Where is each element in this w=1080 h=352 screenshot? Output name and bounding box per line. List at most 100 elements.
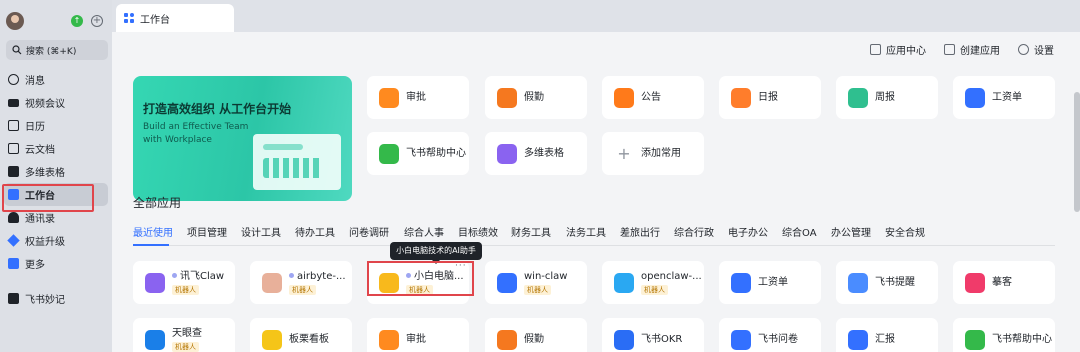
app-label-group: airbyte-... 机器人 <box>289 271 346 295</box>
sidebar-item-label: 权益升级 <box>25 237 65 248</box>
plus-icon[interactable]: + <box>91 15 103 27</box>
category-tab[interactable]: 综合行政 <box>674 224 714 239</box>
app-label: 假勤 <box>524 333 544 345</box>
tab-label: 工作台 <box>140 14 170 26</box>
app-card[interactable]: 摹客 <box>953 261 1055 304</box>
app-label-group: 飞书问卷 <box>758 334 798 346</box>
category-tab[interactable]: 目标绩效 <box>458 224 498 239</box>
category-tab[interactable]: 综合人事 <box>404 224 444 239</box>
sidebar-item-video[interactable]: 视频会议 <box>4 91 108 114</box>
app-card[interactable]: 飞书OKR <box>602 318 704 352</box>
sidebar-item-label: 多维表格 <box>25 168 65 179</box>
app-card[interactable]: 日报 <box>719 76 821 119</box>
category-tab[interactable]: 法务工具 <box>566 224 606 239</box>
app-card[interactable]: 公告 <box>602 76 704 119</box>
banner-title: 打造高效组织 从工作台开始 <box>143 102 292 116</box>
app-label-group: openclaw-... 机器人 <box>641 271 702 295</box>
create-app-button[interactable]: 创建应用 <box>944 42 1000 57</box>
app-label-group: win-claw 机器人 <box>524 271 568 295</box>
status-dot <box>289 273 294 278</box>
app-label-group: 周报 <box>875 92 895 104</box>
category-tab[interactable]: 项目管理 <box>187 224 227 239</box>
app-card[interactable]: win-claw 机器人 <box>485 261 587 304</box>
app-center-button[interactable]: 应用中心 <box>870 42 926 57</box>
category-tab[interactable]: 最近使用 <box>133 224 173 239</box>
search-icon <box>12 45 22 55</box>
promo-banner[interactable]: 打造高效组织 从工作台开始 Build an Effective Team wi… <box>133 76 352 201</box>
category-tab[interactable]: 财务工具 <box>511 224 551 239</box>
sidebar-item-bitable[interactable]: 多维表格 <box>4 160 108 183</box>
category-tab[interactable]: 差旅出行 <box>620 224 660 239</box>
app-card[interactable]: 假勤 <box>485 76 587 119</box>
sidebar-item-label: 视频会议 <box>25 99 65 110</box>
app-card[interactable]: 板栗看板 <box>250 318 352 352</box>
category-tab[interactable]: 设计工具 <box>241 224 281 239</box>
category-tab[interactable]: 待办工具 <box>295 224 335 239</box>
avatar-icon <box>262 272 282 293</box>
app-card[interactable]: 汇报 <box>836 318 938 352</box>
workplace-icon <box>124 13 134 23</box>
app-card[interactable]: openclaw-... 机器人 <box>602 261 704 304</box>
avatar[interactable] <box>6 12 24 30</box>
app-label: 汇报 <box>875 333 895 345</box>
app-label-group: 天眼查 机器人 <box>172 328 202 352</box>
app-card[interactable]: 飞书帮助中心 <box>367 132 469 175</box>
search-input[interactable]: 搜索 (⌘+K) <box>6 40 108 60</box>
app-card[interactable]: + 添加常用 <box>602 132 704 175</box>
app-label: win-claw <box>524 270 568 282</box>
category-tab[interactable]: 综合OA <box>782 224 817 239</box>
more-options-icon[interactable]: ··· <box>455 261 467 271</box>
robot-badge: 机器人 <box>641 284 668 295</box>
sidebar-item-upgrade[interactable]: 权益升级 <box>4 229 108 252</box>
survey-icon <box>731 329 751 350</box>
app-label: 飞书帮助中心 <box>406 147 466 159</box>
weekly-report-icon <box>848 87 868 108</box>
app-card[interactable]: 审批 <box>367 76 469 119</box>
status-dot <box>172 273 177 278</box>
sidebar-item-more[interactable]: 更多 <box>4 252 108 275</box>
contacts-icon <box>8 212 19 223</box>
category-tab[interactable]: 办公管理 <box>831 224 871 239</box>
app-label-group: 审批 <box>406 92 426 104</box>
tooltip: 小白电脑技术的AI助手 <box>390 242 482 264</box>
sidebar-item-label: 更多 <box>25 260 45 271</box>
app-card[interactable]: 周报 <box>836 76 938 119</box>
app-card[interactable]: 飞书提醒 <box>836 261 938 304</box>
app-card[interactable]: 审批 <box>367 318 469 352</box>
app-card[interactable]: 飞书问卷 <box>719 318 821 352</box>
app-card[interactable]: 多维表格 <box>485 132 587 175</box>
app-card[interactable]: 讯飞Claw 机器人 <box>133 261 235 304</box>
announcement-icon <box>614 87 634 108</box>
app-label: 天眼查 <box>172 327 202 339</box>
settings-label: 设置 <box>1034 46 1054 57</box>
payslip-icon <box>731 272 751 293</box>
tab-workplace[interactable]: 工作台 <box>116 4 234 32</box>
app-label: 审批 <box>406 333 426 345</box>
category-tab[interactable]: 安全合规 <box>885 224 925 239</box>
sidebar-item-calendar[interactable]: 日历 <box>4 114 108 137</box>
sidebar-item-minutes[interactable]: 飞书妙记 <box>4 287 108 310</box>
app-card[interactable]: 天眼查 机器人 <box>133 318 235 352</box>
sidebar-item-docs[interactable]: 云文档 <box>4 137 108 160</box>
category-tab[interactable]: 电子办公 <box>728 224 768 239</box>
app-label: 飞书提醒 <box>875 276 915 288</box>
robot-icon <box>497 272 517 293</box>
app-card[interactable]: 工资单 <box>953 76 1055 119</box>
upgrade-arrow-icon[interactable]: ↑ <box>71 15 83 27</box>
app-card[interactable]: airbyte-... 机器人 <box>250 261 352 304</box>
sidebar-item-messages[interactable]: 消息 <box>4 68 108 91</box>
app-card[interactable]: 工资单 <box>719 261 821 304</box>
app-card[interactable]: 飞书帮助中心 <box>953 318 1055 352</box>
settings-button[interactable]: 设置 <box>1018 42 1054 57</box>
app-label-group: 讯飞Claw 机器人 <box>172 271 224 295</box>
payslip-icon <box>965 87 985 108</box>
app-label-group: 飞书帮助中心 <box>992 334 1052 346</box>
app-label: 公告 <box>641 91 661 103</box>
scrollbar[interactable] <box>1074 92 1080 212</box>
app-label-group: 多维表格 <box>524 148 564 160</box>
app-label-group: 汇报 <box>875 334 895 346</box>
category-tab[interactable]: 问卷调研 <box>349 224 389 239</box>
gear-icon <box>1018 44 1029 55</box>
diamond-icon <box>7 234 20 247</box>
app-card[interactable]: 假勤 <box>485 318 587 352</box>
